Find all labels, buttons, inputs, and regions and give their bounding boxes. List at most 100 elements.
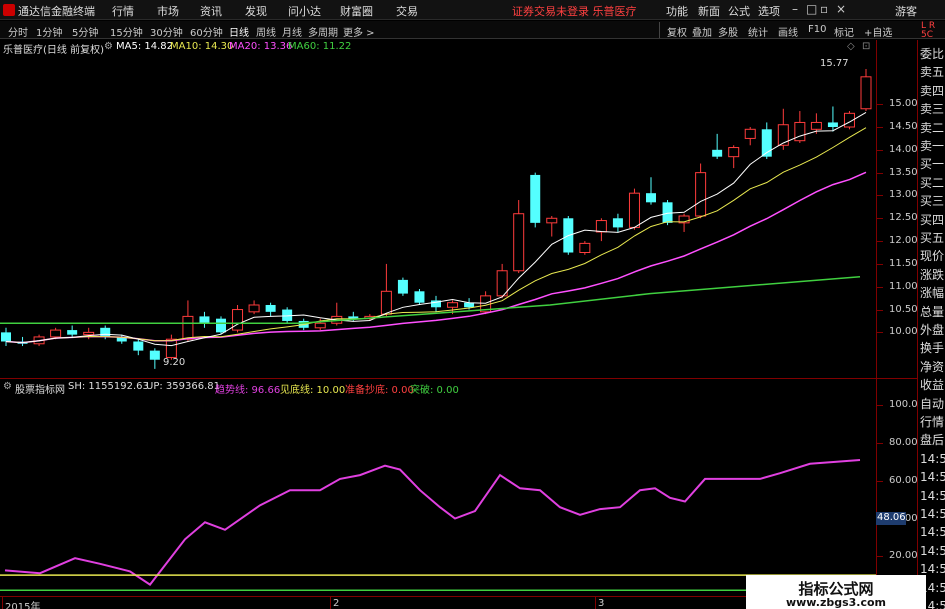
side-tab[interactable]: 14:56 — [920, 545, 945, 557]
period-30min[interactable]: 30分钟 — [150, 24, 183, 39]
menu-trade[interactable]: 交易 — [396, 3, 418, 19]
period-15min[interactable]: 15分钟 — [110, 24, 143, 39]
price-tick-mark — [877, 309, 883, 311]
statistics-button[interactable]: 统计 — [748, 24, 768, 39]
diamond-icon[interactable]: ◇ — [847, 41, 855, 52]
menu-wealth[interactable]: 财富圈 — [340, 3, 373, 19]
low-annotation: 9.20 — [163, 357, 186, 368]
period-monthly[interactable]: 月线 — [282, 24, 302, 39]
side-tab[interactable]: 总量 — [920, 306, 944, 318]
menu-formula[interactable]: 公式 — [728, 3, 750, 19]
menu-market[interactable]: 市场 — [157, 3, 179, 19]
candle-body — [612, 218, 623, 228]
indicator-tick-mark — [877, 556, 883, 558]
side-tab[interactable]: 买四 — [920, 214, 944, 226]
add-watchlist-button[interactable]: +自选 — [864, 24, 892, 39]
side-tab[interactable]: 涨幅 — [920, 287, 944, 299]
side-tab[interactable]: 14:56 — [920, 526, 945, 538]
side-tab[interactable]: 14:56 — [920, 471, 945, 483]
menu-functions[interactable]: 功能 — [666, 3, 688, 19]
side-tab[interactable]: 外盘 — [920, 324, 944, 336]
price-tick-mark — [877, 241, 883, 243]
price-tick-label: 13.00 — [889, 189, 918, 201]
ma20-label: MA20: 13.36 — [229, 41, 293, 52]
restore-icon[interactable]: □ — [806, 2, 817, 16]
side-tab[interactable]: 买五 — [920, 232, 944, 244]
menu-news[interactable]: 资讯 — [200, 3, 222, 19]
ma60-line — [0, 275, 861, 324]
candle-body — [133, 341, 144, 351]
close-icon[interactable]: × — [836, 2, 846, 16]
side-tab[interactable]: 买三 — [920, 195, 944, 207]
menu-options[interactable]: 选项 — [758, 3, 780, 19]
candle-body — [744, 128, 756, 139]
candle-body — [50, 329, 62, 338]
side-tab[interactable]: 14:56 — [920, 508, 945, 520]
side-tab[interactable]: 净资 — [920, 361, 944, 373]
menu-ask[interactable]: 问小达 — [288, 3, 321, 19]
indicator-info-bar: ⚙ 股票指标网 SH: 1155192.63 UP: 359366.81 趋势线… — [0, 380, 870, 396]
price-tick-mark — [877, 172, 883, 174]
side-tab[interactable]: 卖一 — [920, 140, 944, 152]
period-intraday[interactable]: 分时 — [8, 24, 28, 39]
side-tab[interactable]: 14:56 — [920, 490, 945, 502]
app-logo-icon — [3, 4, 15, 16]
panel-close-icon[interactable]: ⊡ — [862, 41, 870, 52]
side-tab[interactable]: 收益 — [920, 379, 944, 391]
draw-line-button[interactable]: 画线 — [778, 24, 798, 39]
candle-body — [149, 350, 160, 360]
price-tick-mark — [877, 149, 883, 151]
mark-button[interactable]: 标记 — [834, 24, 854, 39]
adjust-button[interactable]: 复权 — [667, 24, 687, 39]
period-1min[interactable]: 1分钟 — [36, 24, 62, 39]
side-tab[interactable]: 盘后 — [920, 434, 944, 446]
indicator-up: UP: 359366.81 — [146, 381, 220, 392]
candle-body — [199, 316, 210, 324]
menu-discover[interactable]: 发现 — [245, 3, 267, 19]
side-tab[interactable]: 涨跌 — [920, 269, 944, 281]
side-tab[interactable]: 卖五 — [920, 66, 944, 78]
candlestick-chart[interactable] — [0, 54, 876, 378]
side-tab[interactable]: 卖二 — [920, 122, 944, 134]
multi-stock-button[interactable]: 多股 — [718, 24, 738, 39]
menu-new-page[interactable]: 新面 — [698, 3, 720, 19]
side-tab[interactable]: 现价 — [920, 250, 944, 262]
gear-icon[interactable]: ⚙ — [104, 41, 113, 52]
side-tab[interactable]: 卖三 — [920, 103, 944, 115]
price-tick-mark — [877, 263, 883, 265]
price-tick-label: 10.00 — [889, 326, 918, 338]
side-tab[interactable]: 14:56 — [920, 453, 945, 465]
side-tab[interactable]: 14:56 — [920, 563, 945, 575]
price-tick-mark — [877, 286, 883, 288]
side-tab[interactable]: 行情 — [920, 416, 944, 428]
login-status-text: 证券交易未登录 — [512, 5, 589, 18]
period-multi[interactable]: 多周期 — [308, 24, 338, 39]
price-tick-label: 13.50 — [889, 166, 918, 178]
watermark: 指标公式网 www.zbgs3.com — [746, 575, 926, 609]
period-5min[interactable]: 5分钟 — [72, 24, 98, 39]
candle-body — [397, 279, 408, 294]
side-tab[interactable]: 买二 — [920, 177, 944, 189]
period-more[interactable]: 更多 > — [343, 24, 375, 39]
side-tab[interactable]: 买一 — [920, 158, 944, 170]
maximize-icon[interactable]: ▫ — [820, 2, 828, 16]
minimize-icon[interactable]: – — [792, 2, 798, 16]
overlay-button[interactable]: 叠加 — [692, 24, 712, 39]
period-weekly[interactable]: 周线 — [256, 24, 276, 39]
side-tab[interactable]: 换手 — [920, 342, 944, 354]
indicator-gear-icon[interactable]: ⚙ — [3, 381, 12, 392]
f10-button[interactable]: F10 — [808, 24, 826, 35]
menu-market-quotes[interactable]: 行情 — [112, 3, 134, 19]
app-title: 通达信金融终端 — [18, 5, 95, 18]
candle-body — [100, 327, 111, 337]
indicator-chart[interactable] — [0, 394, 876, 594]
indicator-tick-mark — [877, 480, 883, 482]
period-toolbar: 分时 1分钟 5分钟 15分钟 30分钟 60分钟 日线 周线 月线 多周期 更… — [0, 21, 945, 39]
side-tab[interactable]: 卖四 — [920, 85, 944, 97]
period-60min[interactable]: 60分钟 — [190, 24, 223, 39]
period-daily[interactable]: 日线 — [229, 24, 249, 39]
side-tab[interactable]: 委比 — [920, 48, 944, 60]
side-tab[interactable]: 自动 — [920, 398, 944, 410]
guest-user[interactable]: 游客 — [895, 3, 917, 19]
candle-body — [496, 270, 508, 297]
